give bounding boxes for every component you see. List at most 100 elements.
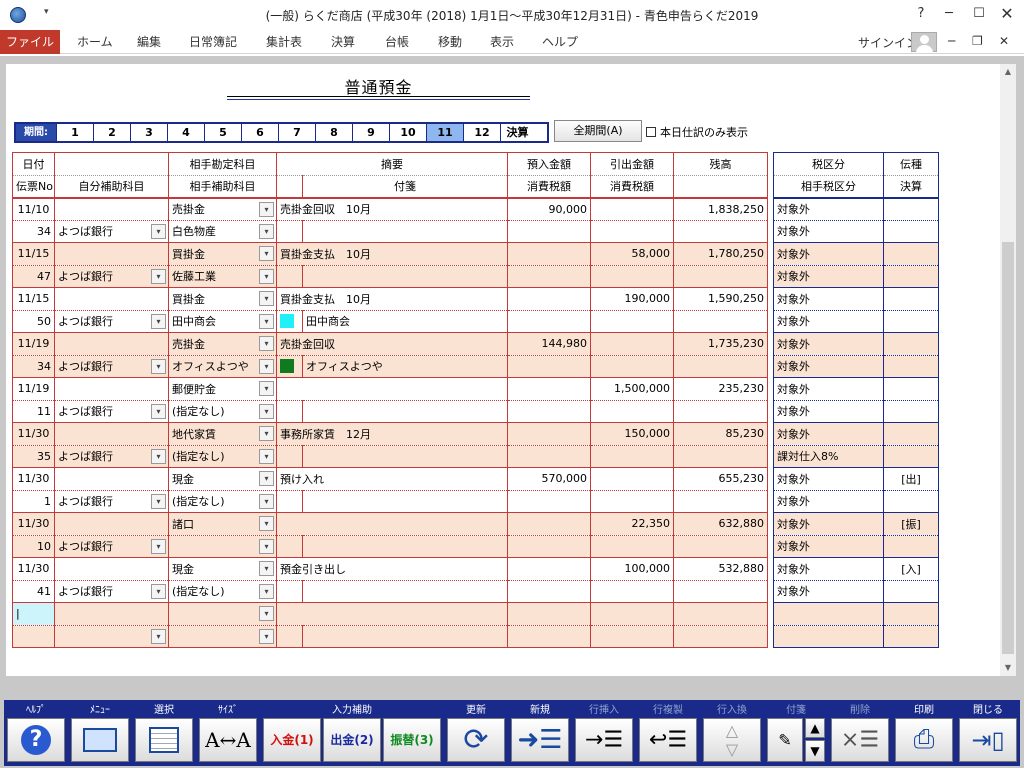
self-sub-cell[interactable]: よつば銀行 ▾ xyxy=(54,535,169,558)
table-row[interactable]: 1 よつば銀行 ▾ (指定なし) ▾ xyxy=(12,490,768,513)
voucher-no-cell[interactable]: 34 xyxy=(12,355,55,378)
account-cell[interactable]: ▾ xyxy=(168,625,277,648)
deposit-cell[interactable] xyxy=(507,242,591,266)
menu-file[interactable]: ファイル xyxy=(0,30,60,54)
deposit-cell[interactable] xyxy=(507,377,591,401)
deposit-cell[interactable] xyxy=(507,512,591,536)
deposit-tax-cell[interactable] xyxy=(507,265,591,288)
close-button[interactable]: ⇥▯ xyxy=(959,718,1017,762)
tax-class-cell[interactable]: 対象外 xyxy=(773,467,884,491)
memo-cell[interactable]: 事務所家賃 12月 xyxy=(276,422,508,446)
date-cell[interactable]: 11/30 xyxy=(12,467,55,491)
help-button[interactable]: ? xyxy=(7,718,65,762)
entry-cell[interactable] xyxy=(12,625,55,648)
table-row[interactable]: 対象外 xyxy=(773,377,939,401)
period-month-5[interactable]: 5 xyxy=(204,124,241,141)
chevron-down-icon[interactable]: ▾ xyxy=(259,313,274,329)
child-minimize-icon[interactable]: ─ xyxy=(948,34,955,48)
period-month-11[interactable]: 11 xyxy=(426,124,463,141)
tag-cell[interactable] xyxy=(302,445,508,468)
counter-sub-cell[interactable]: (指定なし) ▾ xyxy=(168,580,277,603)
deposit-tax-cell[interactable] xyxy=(507,490,591,513)
withdraw-cell[interactable] xyxy=(590,197,674,221)
account-cell[interactable]: ▾ xyxy=(168,602,277,626)
deposit-tax-cell[interactable] xyxy=(507,535,591,558)
counter-tax-class-cell[interactable]: 課対仕入8% xyxy=(773,445,884,468)
delete-button[interactable]: ×☰ xyxy=(831,718,889,762)
deposit-tax-cell[interactable] xyxy=(507,220,591,243)
withdraw-tax-cell[interactable] xyxy=(590,535,674,558)
table-row[interactable]: 対象外 xyxy=(773,242,939,266)
table-row[interactable]: 34 よつば銀行 ▾ オフィスよつや ▾ オフィスよつや xyxy=(12,355,768,378)
table-row[interactable]: 11/10 売掛金 ▾ 売掛金回収 10月 90,000 1,838,250 xyxy=(12,197,768,221)
table-row[interactable]: 対象外 xyxy=(773,220,939,243)
withdraw-cell[interactable] xyxy=(590,467,674,491)
withdraw-tax-cell[interactable] xyxy=(590,400,674,423)
deposit-tax-cell[interactable] xyxy=(507,445,591,468)
self-sub-cell[interactable]: よつば銀行 ▾ xyxy=(54,490,169,513)
chevron-down-icon[interactable]: ▾ xyxy=(259,606,274,621)
tag-color-cell[interactable] xyxy=(276,310,303,333)
table-row[interactable]: 34 よつば銀行 ▾ 白色物産 ▾ xyxy=(12,220,768,243)
counter-sub-cell[interactable]: (指定なし) ▾ xyxy=(168,400,277,423)
table-row[interactable]: 11/15 買掛金 ▾ 買掛金支払 10月 58,000 1,780,250 xyxy=(12,242,768,266)
account-cell[interactable]: 現金 ▾ xyxy=(168,467,277,491)
menu-summary[interactable]: 集計表 xyxy=(262,30,306,54)
menu-daily-bookkeeping[interactable]: 日常簿記 xyxy=(185,30,241,54)
memo-cell[interactable]: 買掛金支払 10月 xyxy=(276,287,508,311)
table-row[interactable]: 11/19 売掛金 ▾ 売掛金回収 144,980 1,735,230 xyxy=(12,332,768,356)
withdraw-cell[interactable] xyxy=(590,625,674,648)
tag-color-cell[interactable] xyxy=(276,625,303,648)
chevron-down-icon[interactable]: ▾ xyxy=(151,493,166,509)
deposit-cell[interactable] xyxy=(507,557,591,581)
self-sub-cell[interactable]: よつば銀行 ▾ xyxy=(54,355,169,378)
chevron-down-icon[interactable]: ▾ xyxy=(259,201,274,217)
table-row[interactable]: 課対仕入8% xyxy=(773,445,939,468)
account-cell[interactable]: 郵便貯金 ▾ xyxy=(168,377,277,401)
signin-link[interactable]: サインイン xyxy=(858,34,918,51)
chevron-down-icon[interactable]: ▾ xyxy=(259,471,274,486)
counter-sub-cell[interactable]: 白色物産 ▾ xyxy=(168,220,277,243)
chevron-down-icon[interactable]: ▾ xyxy=(259,268,274,284)
withdraw-tax-cell[interactable] xyxy=(590,220,674,243)
table-row[interactable]: 35 よつば銀行 ▾ (指定なし) ▾ xyxy=(12,445,768,468)
memo-cell[interactable] xyxy=(276,512,508,536)
tag-cell[interactable]: 田中商会 xyxy=(302,310,508,333)
withdraw-cell[interactable] xyxy=(590,332,674,356)
withdraw-cell[interactable]: 150,000 xyxy=(590,422,674,446)
tag-color-cell[interactable] xyxy=(276,400,303,423)
help-icon[interactable]: ? xyxy=(906,6,936,21)
table-row[interactable]: 対象外 xyxy=(773,355,939,378)
period-month-3[interactable]: 3 xyxy=(130,124,167,141)
chevron-down-icon[interactable]: ▾ xyxy=(259,381,274,396)
withdraw-tax-cell[interactable] xyxy=(590,490,674,513)
vertical-scrollbar[interactable]: ▲ ▼ xyxy=(1000,64,1016,676)
tax-class-cell[interactable]: 対象外 xyxy=(773,332,884,356)
chevron-down-icon[interactable]: ▾ xyxy=(151,403,166,419)
tag-cell[interactable] xyxy=(302,625,508,648)
counter-tax-class-cell[interactable]: 対象外 xyxy=(773,535,884,558)
self-sub-cell[interactable]: よつば銀行 ▾ xyxy=(54,265,169,288)
chevron-down-icon[interactable]: ▾ xyxy=(151,358,166,374)
counter-tax-class-cell[interactable]: 対象外 xyxy=(773,355,884,378)
counter-tax-class-cell[interactable]: 対象外 xyxy=(773,490,884,513)
withdraw-cell[interactable]: 22,350 xyxy=(590,512,674,536)
voucher-no-cell[interactable]: 41 xyxy=(12,580,55,603)
withdraw-tax-cell[interactable] xyxy=(590,265,674,288)
voucher-no-cell[interactable]: 35 xyxy=(12,445,55,468)
table-row[interactable]: 11/30 現金 ▾ 預金引き出し 100,000 532,880 xyxy=(12,557,768,581)
account-cell[interactable]: 地代家賃 ▾ xyxy=(168,422,277,446)
chevron-down-icon[interactable]: ▾ xyxy=(259,403,274,419)
deposit-tax-cell[interactable] xyxy=(507,310,591,333)
withdraw-button[interactable]: 出金(2) xyxy=(323,718,381,762)
avatar[interactable] xyxy=(911,32,937,53)
tax-class-cell[interactable]: 対象外 xyxy=(773,242,884,266)
row-swap-button[interactable]: △ ▽ xyxy=(703,718,761,762)
chevron-down-icon[interactable]: ▾ xyxy=(259,516,274,531)
deposit-cell[interactable] xyxy=(507,602,591,626)
tag-cell[interactable]: オフィスよつや xyxy=(302,355,508,378)
period-kessan[interactable]: 決算 xyxy=(500,124,534,141)
self-sub-cell[interactable]: よつば銀行 ▾ xyxy=(54,220,169,243)
period-month-2[interactable]: 2 xyxy=(93,124,130,141)
tax-class-cell[interactable]: 対象外 xyxy=(773,287,884,311)
